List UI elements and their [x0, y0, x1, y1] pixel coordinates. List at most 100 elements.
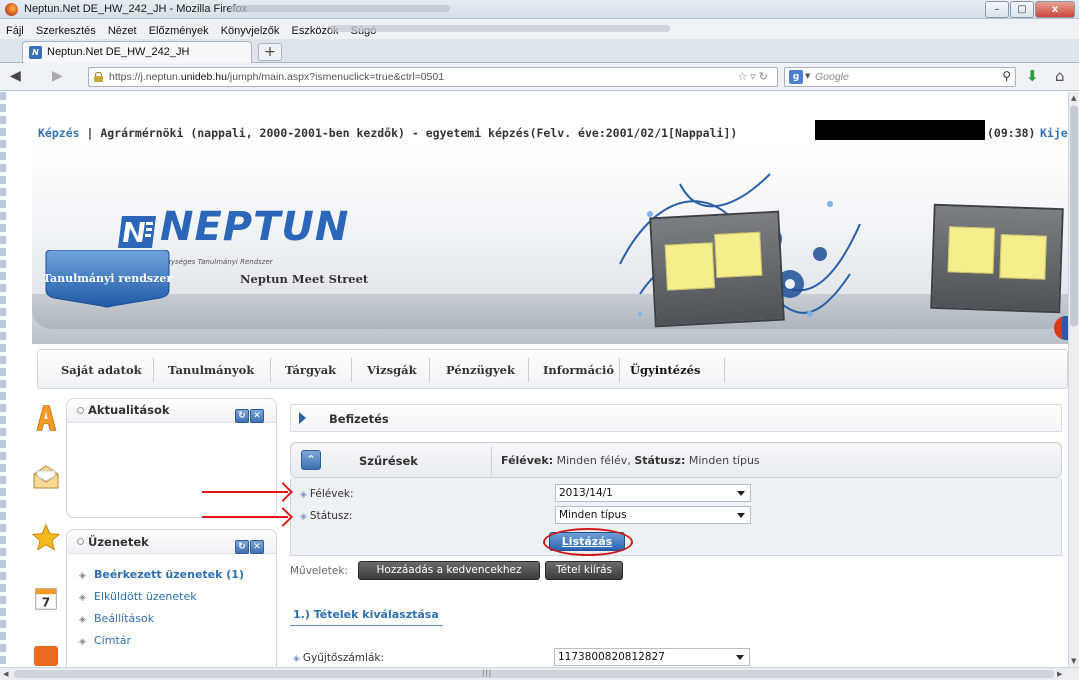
collect-account-select[interactable]: 1173800820812827	[554, 648, 750, 666]
training-breadcrumb: Képzés | Agrármérnöki (nappali, 2000-200…	[38, 126, 737, 140]
nav-vizsgak[interactable]: Vizsgák	[367, 363, 417, 377]
nav-targyak[interactable]: Tárgyak	[285, 363, 336, 377]
directory-link[interactable]: ◈ Címtár	[79, 634, 244, 647]
inbox-link[interactable]: ◈ Beérkezett üzenetek (1)	[79, 568, 244, 581]
scroll-up-arrow-icon[interactable]: ▲	[1071, 94, 1076, 102]
logout-link[interactable]: Kije	[1040, 126, 1068, 140]
menu-view[interactable]: Nézet	[108, 21, 137, 41]
web-page: Képzés | Agrármérnöki (nappali, 2000-200…	[0, 92, 1068, 667]
url-text[interactable]: https://j.neptun.unideb.hu/jumph/main.as…	[109, 71, 444, 83]
nav-tanulmanyok[interactable]: Tanulmányok	[168, 363, 254, 377]
folder-icon[interactable]	[32, 640, 60, 667]
tab-neptun-meet-street[interactable]: Neptun Meet Street	[240, 272, 368, 286]
window-title: Neptun.Net DE_HW_242_JH - Mozilla Firefo…	[24, 3, 248, 15]
diamond-bullet-icon: ◈	[293, 654, 300, 664]
new-tab-button[interactable]: +	[258, 43, 282, 61]
vertical-scroll-thumb[interactable]	[1070, 106, 1078, 326]
select-items-heading: 1.) Tételek kiválasztása	[293, 608, 439, 621]
url-bar[interactable]: https://j.neptun.unideb.hu/jumph/main.as…	[88, 67, 778, 87]
scroll-left-arrow-icon[interactable]: ◀	[3, 670, 8, 678]
semester-select[interactable]: 2013/14/1	[555, 484, 751, 502]
settings-link[interactable]: ◈ Beállítások	[79, 612, 244, 625]
url-prefix: https://j.neptun.	[109, 71, 181, 83]
scroll-right-arrow-icon[interactable]: ▶	[1057, 670, 1062, 678]
news-box-buttons: ↻ ✕	[234, 403, 264, 423]
collapse-chevron-icon[interactable]: ⌃	[301, 450, 321, 470]
item-posting-button[interactable]: Tétel kiírás	[545, 561, 623, 580]
google-icon[interactable]: g	[789, 70, 803, 84]
nav-penzugyek[interactable]: Pénzügyek	[446, 363, 515, 377]
tab-tanulmanyi-rendszer[interactable]: Tanulmányi rendszer	[40, 249, 175, 310]
page-title: Befizetés	[329, 412, 389, 426]
browser-tab[interactable]: N Neptun.Net DE_HW_242_JH	[22, 41, 252, 63]
dropdown-arrow-icon[interactable]: ▿	[750, 70, 759, 83]
collect-account-select-value: 1173800820812827	[558, 651, 665, 663]
red-annotation-arrow	[202, 491, 288, 493]
messages-list: ◈ Beérkezett üzenetek (1) ◈ Elküldött üzen…	[79, 568, 244, 656]
bookmark-star-icon[interactable]: ☆	[737, 70, 750, 83]
heading-underline	[290, 625, 443, 626]
star-icon[interactable]	[32, 524, 60, 552]
menu-bookmarks[interactable]: Könyvjelzők	[221, 21, 280, 41]
scroll-down-arrow-icon[interactable]: ▼	[1071, 657, 1076, 665]
envelope-icon[interactable]	[32, 462, 60, 490]
chevron-right-icon	[299, 412, 306, 424]
sent-messages-label: Elküldött üzenetek	[94, 590, 197, 603]
menu-edit[interactable]: Szerkesztés	[36, 21, 96, 41]
decorative-ball	[1054, 316, 1068, 340]
forward-arrow-icon[interactable]: ▶	[52, 68, 63, 84]
menu-history[interactable]: Előzmények	[149, 21, 209, 41]
home-icon[interactable]: ⌂	[1055, 67, 1065, 85]
filter-separator	[491, 447, 492, 475]
search-icon[interactable]: ⚲	[1002, 69, 1011, 83]
nav-separator	[153, 358, 154, 382]
letter-a-icon[interactable]	[32, 404, 60, 432]
reload-icon[interactable]: ↻	[759, 70, 771, 83]
chalkboard-right	[930, 203, 1064, 314]
filter-title: Szűrések	[359, 454, 418, 468]
close-icon[interactable]: ✕	[250, 409, 264, 423]
summary-semester-value: Minden félév,	[553, 454, 635, 467]
minimize-button[interactable]: –	[985, 1, 1009, 18]
messages-box-header: Üzenetek ↻ ✕	[67, 530, 276, 554]
news-box-title: Aktualitások	[88, 403, 170, 417]
download-icon[interactable]: ⬇	[1026, 67, 1039, 85]
close-icon[interactable]: ✕	[250, 540, 264, 554]
firefox-logo-icon	[5, 3, 18, 16]
refresh-icon[interactable]: ↻	[235, 409, 249, 423]
back-arrow-icon[interactable]: ◀	[10, 68, 21, 84]
messages-box: Üzenetek ↻ ✕ ◈ Beérkezett üzenetek (1) ◈ El…	[66, 529, 277, 667]
nav-informacio[interactable]: Információ	[543, 363, 614, 377]
sent-messages-link[interactable]: ◈ Elküldött üzenetek	[79, 590, 244, 603]
nav-ugyintezes[interactable]: Ügyintézés	[630, 363, 700, 377]
banner-bottom-band	[32, 294, 1068, 329]
horizontal-scroll-thumb[interactable]	[14, 670, 1054, 678]
nav-sajat-adatok[interactable]: Saját adatok	[61, 363, 142, 377]
add-to-favorites-button[interactable]: Hozzáadás a kedvencekhez	[358, 561, 540, 580]
calendar-icon[interactable]: 7	[32, 584, 60, 612]
maximize-button[interactable]: ▢	[1010, 1, 1034, 18]
sticky-note-laptop	[999, 234, 1047, 280]
refresh-icon[interactable]: ↻	[235, 540, 249, 554]
window-titlebar: Neptun.Net DE_HW_242_JH - Mozilla Firefo…	[0, 0, 1079, 19]
horizontal-scrollbar[interactable]: ◀ ||| ▶	[0, 667, 1079, 680]
close-button[interactable]: x	[1035, 1, 1075, 18]
url-bar-icons: ☆▿↻	[737, 70, 771, 83]
url-domain: unideb.hu	[180, 71, 227, 83]
search-input[interactable]: Google	[815, 71, 849, 83]
vertical-scrollbar[interactable]: ▲ ▼	[1068, 92, 1079, 667]
menu-file[interactable]: Fájl	[6, 21, 24, 41]
status-select[interactable]: Minden típus	[555, 506, 751, 524]
search-engine-dropdown-icon[interactable]: ▼	[805, 72, 810, 80]
session-timer: (09:38)	[987, 126, 1036, 140]
news-box-header: Aktualitások ↻ ✕	[67, 399, 276, 423]
search-bar[interactable]: g ▼ Google ⚲	[784, 67, 1016, 87]
svg-text:7: 7	[42, 595, 50, 609]
actions-label: Műveletek:	[290, 565, 348, 577]
neptun-favicon-icon: N	[29, 46, 42, 59]
neptun-logo-text: NEPTUN	[160, 204, 350, 250]
menu-bar: Fájl Szerkesztés Nézet Előzmények Könyvj…	[0, 19, 1079, 39]
nav-separator	[429, 358, 430, 382]
main-navigation: Saját adatok Tanulmányok Tárgyak Vizsgák…	[37, 349, 1068, 389]
training-link[interactable]: Képzés	[38, 126, 80, 140]
